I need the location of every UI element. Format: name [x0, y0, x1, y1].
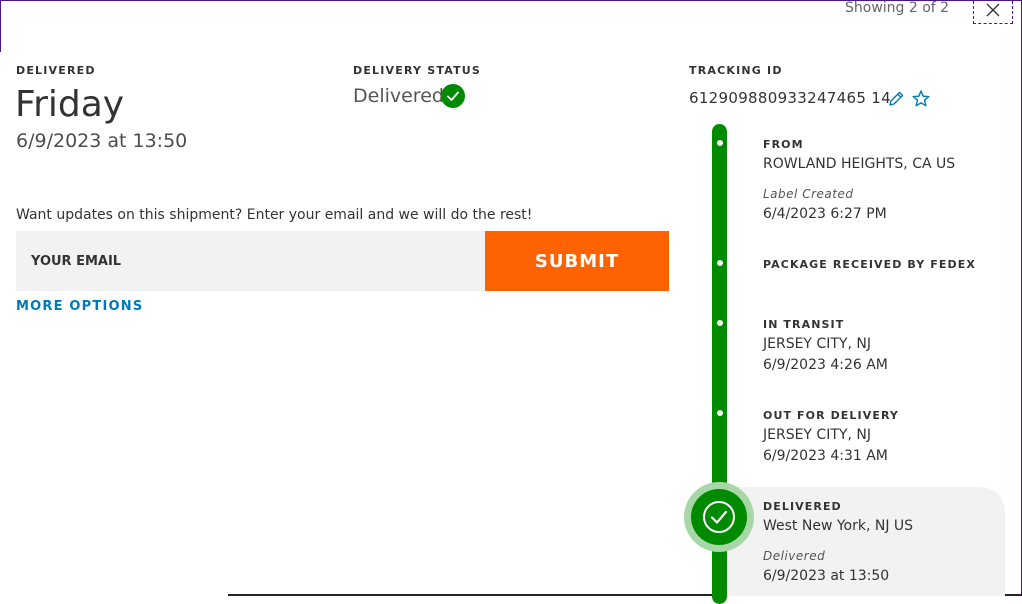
timeline-dot-from: [716, 140, 723, 146]
event-from-note: Label Created: [763, 187, 854, 201]
close-icon: [986, 3, 1000, 17]
event-out-for-delivery-title: OUT FOR DELIVERY: [763, 409, 899, 422]
close-button[interactable]: [973, 0, 1013, 24]
delivery-date-time: 6/9/2023 at 13:50: [16, 130, 188, 152]
event-from-time: 6/4/2023 6:27 PM: [763, 206, 887, 222]
event-in-transit-location: JERSEY CITY, NJ: [763, 336, 871, 352]
modal-border-left: [0, 0, 1, 52]
pencil-icon[interactable]: [887, 90, 905, 108]
event-from-location: ROWLAND HEIGHTS, CA US: [763, 156, 956, 172]
event-out-for-delivery-time: 6/9/2023 4:31 AM: [763, 448, 888, 464]
event-received-title: PACKAGE RECEIVED BY FEDEX: [763, 258, 976, 271]
event-delivered-time: 6/9/2023 at 13:50: [763, 568, 890, 584]
event-in-transit-time: 6/9/2023 4:26 AM: [763, 357, 888, 373]
submit-button[interactable]: SUBMIT: [485, 231, 669, 291]
event-in-transit-title: IN TRANSIT: [763, 318, 845, 331]
delivered-label: DELIVERED: [16, 64, 96, 77]
check-circle-icon: [703, 501, 735, 533]
delivery-day: Friday: [15, 84, 125, 125]
event-delivered-title: DELIVERED: [763, 500, 842, 513]
star-icon[interactable]: [911, 89, 931, 109]
event-delivered-location: West New York, NJ US: [763, 518, 914, 534]
email-input[interactable]: YOUR EMAIL: [16, 231, 485, 291]
delivered-marker: [691, 489, 747, 545]
timeline-dot-in-transit: [716, 320, 723, 326]
event-out-for-delivery-location: JERSEY CITY, NJ: [763, 427, 871, 443]
tracking-id-label: TRACKING ID: [689, 64, 783, 77]
tracking-id-value: 612909880933247465 14: [689, 89, 891, 107]
timeline-dot-out-for-delivery: [716, 410, 723, 416]
check-circle-icon: [441, 84, 465, 108]
timeline-dot-received: [716, 260, 723, 266]
email-updates-prompt: Want updates on this shipment? Enter you…: [16, 207, 533, 223]
delivery-status-label: DELIVERY STATUS: [353, 64, 482, 77]
event-delivered-note: Delivered: [763, 549, 826, 563]
more-options-link[interactable]: MORE OPTIONS: [16, 299, 143, 314]
email-input-placeholder: YOUR EMAIL: [31, 253, 122, 269]
event-from-title: FROM: [763, 138, 804, 151]
delivery-status-value: Delivered: [353, 85, 444, 107]
pagination-status: Showing 2 of 2: [845, 0, 950, 16]
